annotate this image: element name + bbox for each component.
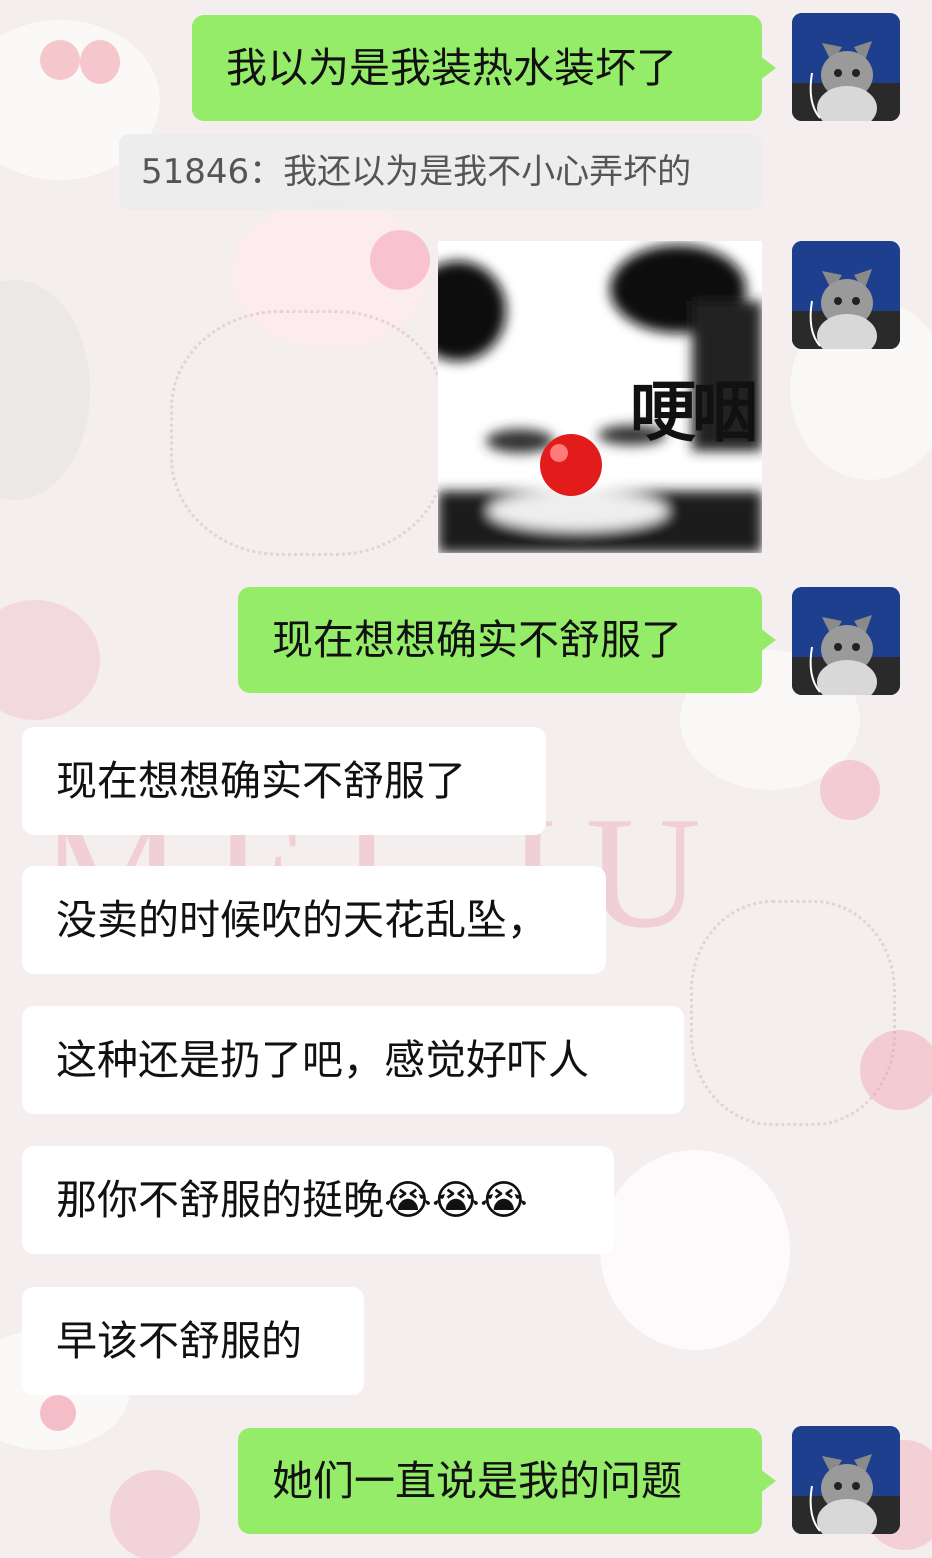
cat-avatar-icon [792, 13, 900, 121]
incoming-message[interactable]: 没卖的时候吹的天花乱坠， [22, 866, 606, 974]
incoming-message[interactable]: 早该不舒服的 [22, 1287, 364, 1395]
user-avatar[interactable] [792, 1426, 900, 1534]
message-text: 我以为是我装热水装坏了 [226, 44, 677, 92]
outgoing-message[interactable]: 我以为是我装热水装坏了 [192, 15, 776, 121]
message-text: 那你不舒服的挺晚😭😭😭 [56, 1176, 528, 1224]
cat-avatar-icon [792, 241, 900, 349]
outgoing-message[interactable]: 她们一直说是我的问题 [238, 1428, 776, 1534]
message-text: 现在想想确实不舒服了 [56, 757, 466, 805]
incoming-message[interactable]: 这种还是扔了吧，感觉好吓人 [22, 1006, 684, 1114]
message-text: 这种还是扔了吧，感觉好吓人 [56, 1036, 589, 1084]
cat-avatar-icon [792, 587, 900, 695]
message-text: 早该不舒服的 [56, 1317, 302, 1365]
incoming-message[interactable]: 现在想想确实不舒服了 [22, 727, 546, 835]
user-avatar[interactable] [792, 241, 900, 349]
sticker-caption: 哽咽 [630, 374, 758, 451]
cat-avatar-icon [792, 1426, 900, 1534]
sticker-message[interactable]: 哽咽 [438, 241, 762, 553]
outgoing-message[interactable]: 现在想想确实不舒服了 [238, 587, 776, 693]
message-text: 现在想想确实不舒服了 [272, 616, 682, 664]
quoted-message[interactable]: 51846：我还以为是我不小心弄坏的 [119, 134, 762, 210]
message-text: 没卖的时候吹的天花乱坠， [56, 896, 548, 944]
user-avatar[interactable] [792, 587, 900, 695]
incoming-message[interactable]: 那你不舒服的挺晚😭😭😭 [22, 1146, 614, 1254]
quote-text: 51846：我还以为是我不小心弄坏的 [141, 152, 692, 192]
message-text: 她们一直说是我的问题 [272, 1457, 682, 1505]
user-avatar[interactable] [792, 13, 900, 121]
